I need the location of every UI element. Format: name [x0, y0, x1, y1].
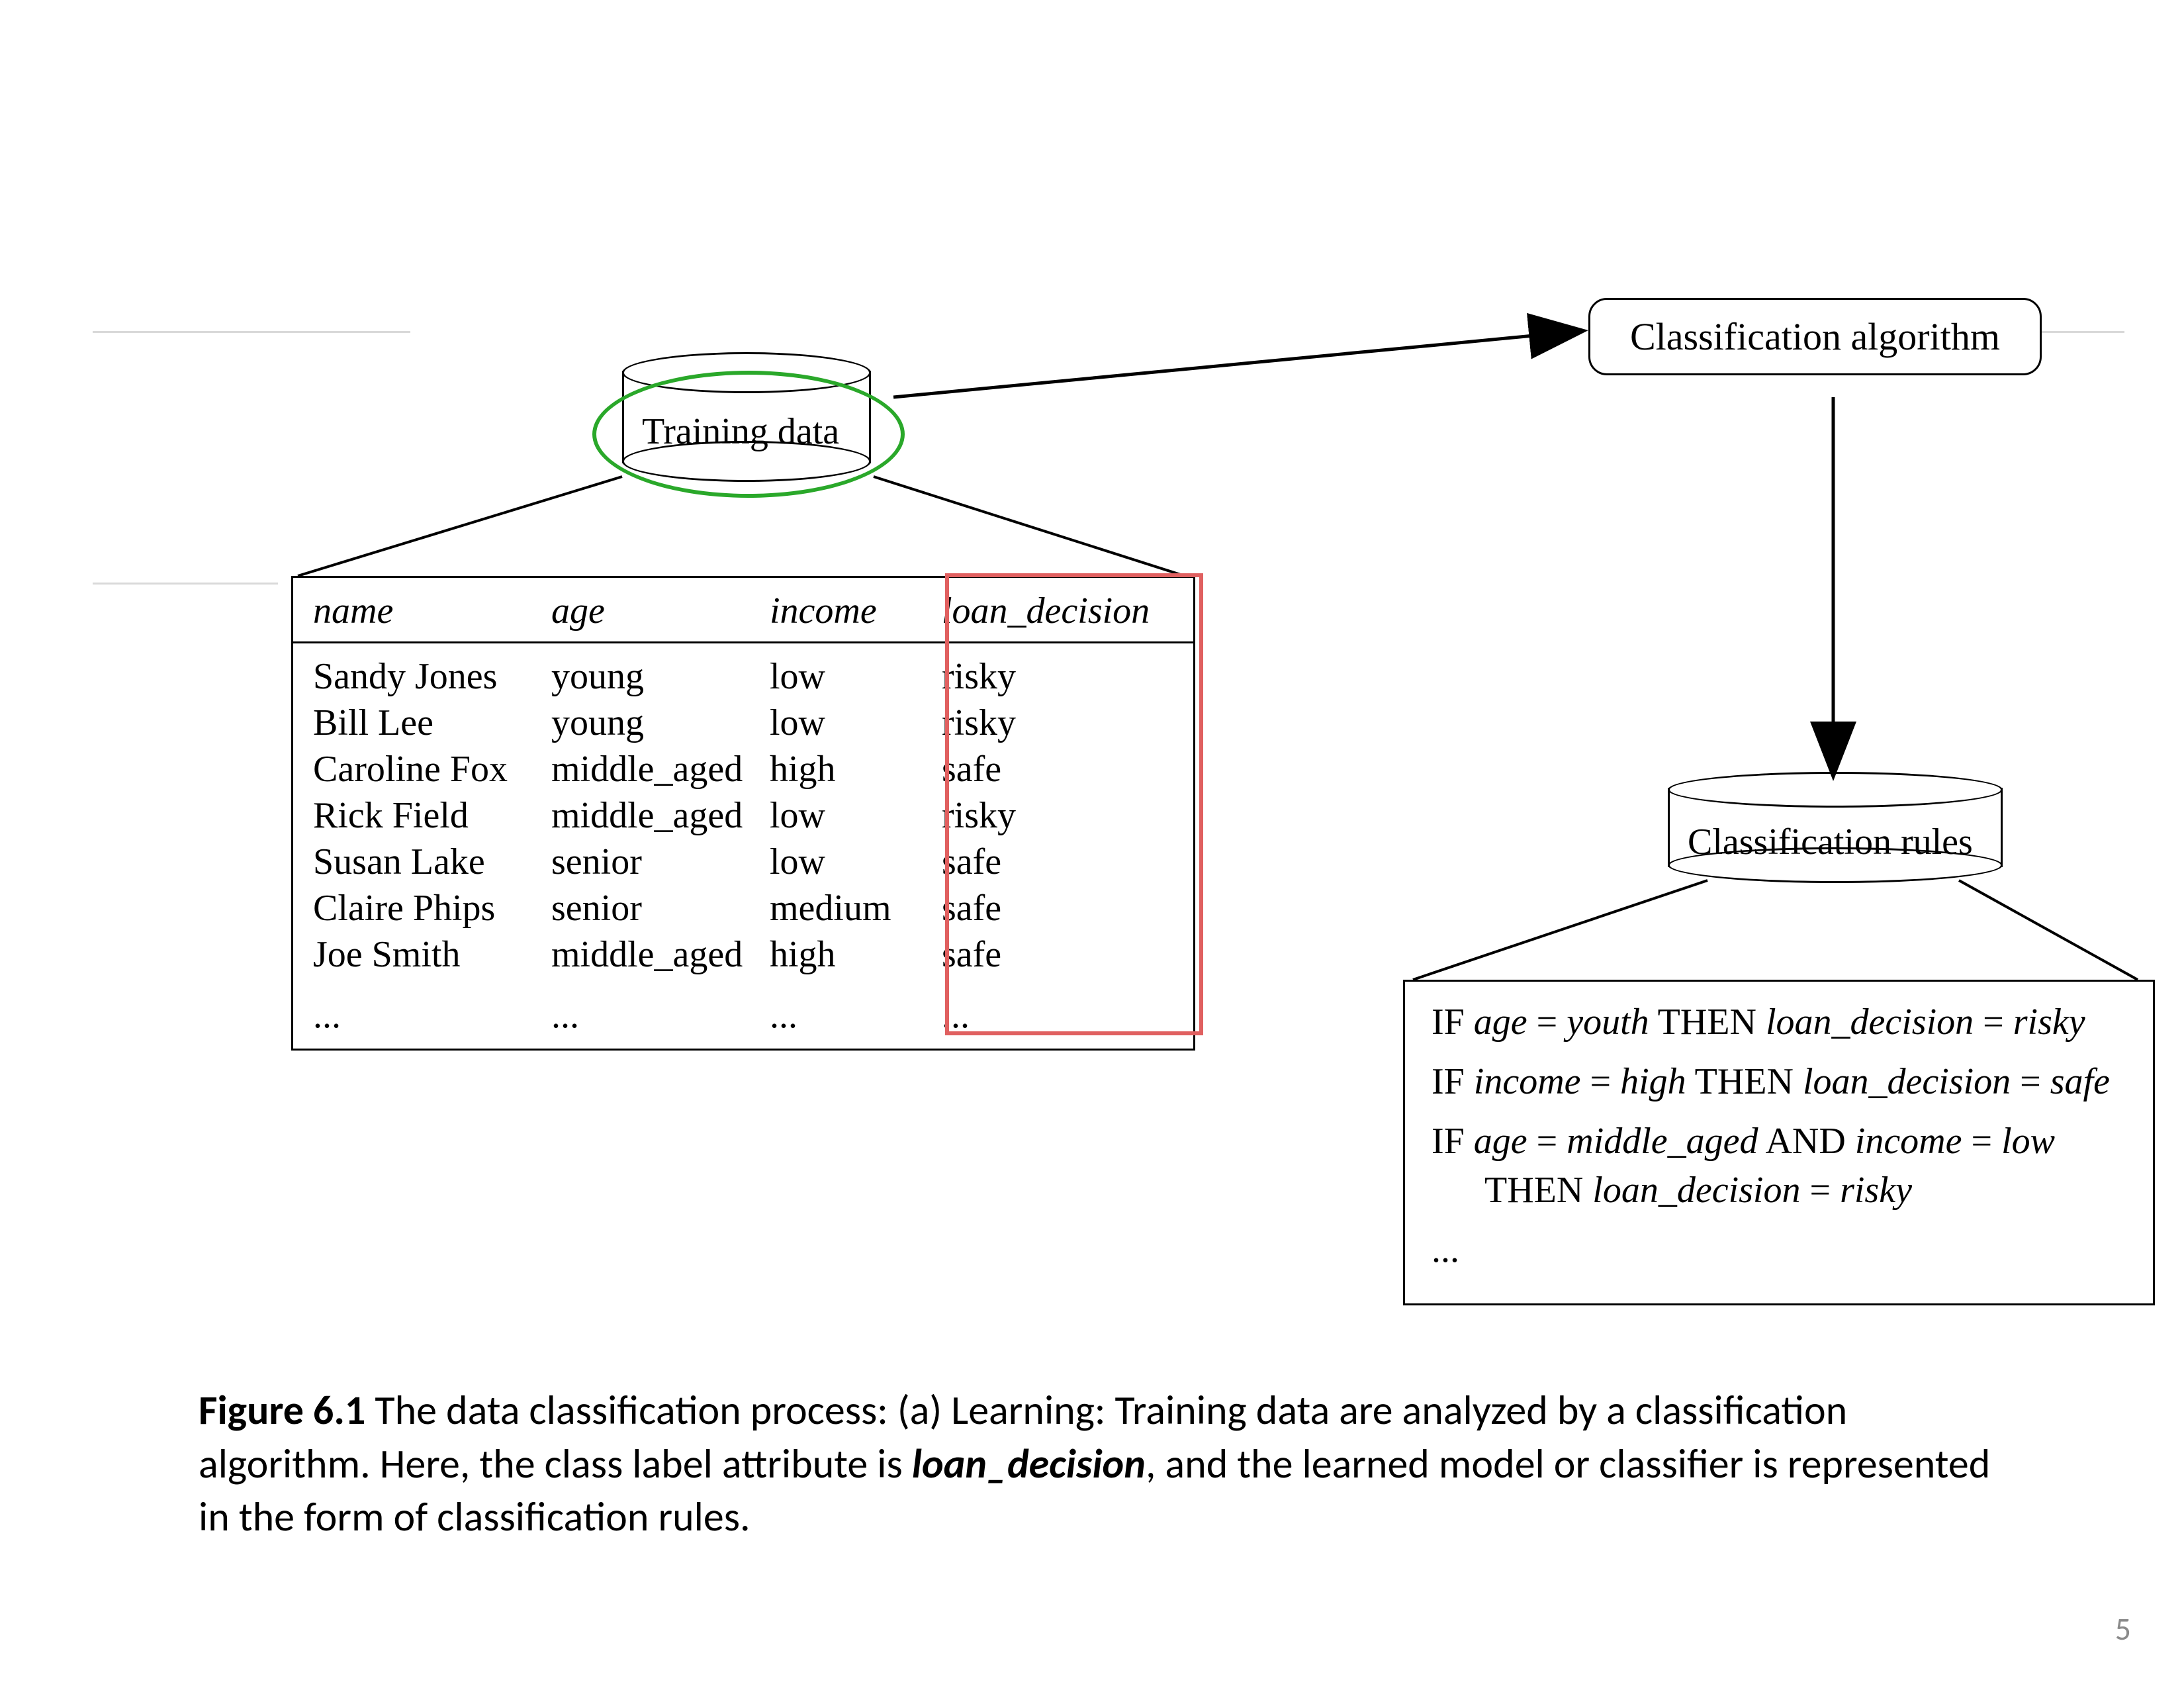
- rule-1: IF age = youth THEN loan_decision = risk…: [1432, 999, 2126, 1045]
- cell-name: Caroline Fox: [313, 748, 551, 790]
- rule-token: =: [1800, 1170, 1840, 1211]
- cell-name: Joe Smith: [313, 933, 551, 976]
- cell-age: young: [551, 655, 770, 698]
- cell-loan: safe: [942, 748, 1160, 790]
- cell-name: Rick Field: [313, 794, 551, 837]
- rule-var: age: [1474, 1002, 1527, 1043]
- page-number: 5: [2115, 1609, 2131, 1648]
- rule-token: =: [2011, 1061, 2050, 1102]
- rule-3-then: THEN loan_decision = risky: [1432, 1167, 2126, 1213]
- cell-ellipsis: ...: [942, 980, 1160, 1037]
- caption-label: Figure 6.1: [199, 1385, 365, 1435]
- cell-name: Bill Lee: [313, 702, 551, 744]
- rule-var: loan_decision: [1803, 1061, 2011, 1102]
- classification-rules-box: IF age = youth THEN loan_decision = risk…: [1403, 980, 2155, 1305]
- cell-income: low: [770, 655, 942, 698]
- rule-token: IF: [1432, 1061, 1474, 1102]
- rule-token: THEN: [1649, 1002, 1766, 1043]
- cell-name: Claire Phips: [313, 887, 551, 929]
- cell-income: high: [770, 933, 942, 976]
- col-header-income: income: [770, 590, 942, 632]
- cell-loan: safe: [942, 887, 1160, 929]
- cell-age: middle_aged: [551, 748, 770, 790]
- cell-age: senior: [551, 887, 770, 929]
- cell-loan: risky: [942, 702, 1160, 744]
- rule-value: high: [1620, 1061, 1686, 1102]
- training-data-label: Training data: [642, 410, 839, 453]
- cell-age: middle_aged: [551, 794, 770, 837]
- classification-algorithm-box: Classification algorithm: [1588, 298, 2042, 375]
- rule-var: income: [1855, 1121, 1962, 1162]
- rule-value: middle_aged: [1567, 1121, 1758, 1162]
- rule-var: income: [1474, 1061, 1581, 1102]
- decorative-rule: [93, 331, 410, 333]
- table-header-row: name age income loan_decision: [293, 578, 1193, 643]
- rule-var: loan_decision: [1766, 1002, 1974, 1043]
- cell-income: medium: [770, 887, 942, 929]
- rule-2: IF income = high THEN loan_decision = sa…: [1432, 1058, 2126, 1105]
- cell-loan: safe: [942, 933, 1160, 976]
- rule-token: IF: [1432, 1121, 1474, 1162]
- rule-token: THEN: [1686, 1061, 1803, 1102]
- rule-token: =: [1974, 1002, 2013, 1043]
- cell-income: high: [770, 748, 942, 790]
- cell-loan: risky: [942, 794, 1160, 837]
- rule-3-cond: IF age = middle_aged AND income = low: [1432, 1118, 2126, 1164]
- cell-ellipsis: ...: [770, 980, 942, 1037]
- rule-var: loan_decision: [1592, 1170, 1800, 1211]
- cell-ellipsis: ...: [551, 980, 770, 1037]
- cell-income: low: [770, 794, 942, 837]
- rule-token: =: [1581, 1061, 1621, 1102]
- cell-ellipsis: ...: [313, 980, 551, 1037]
- rule-token: AND: [1758, 1121, 1855, 1162]
- cell-name: Sandy Jones: [313, 655, 551, 698]
- cell-income: low: [770, 841, 942, 883]
- rule-ellipsis: ...: [1432, 1227, 2126, 1273]
- cell-age: senior: [551, 841, 770, 883]
- rule-token: =: [1527, 1121, 1567, 1162]
- col-header-name: name: [313, 590, 551, 632]
- cell-age: middle_aged: [551, 933, 770, 976]
- rule-token: =: [1962, 1121, 2001, 1162]
- rule-token: =: [1527, 1002, 1567, 1043]
- classification-rules-label: Classification rules: [1688, 821, 1973, 863]
- rule-value: low: [2001, 1121, 2055, 1162]
- cell-loan: safe: [942, 841, 1160, 883]
- caption-emph: loan_decision: [912, 1438, 1146, 1489]
- rule-value: youth: [1567, 1002, 1649, 1043]
- slide-page: Training data Classification algorithm C…: [0, 0, 2184, 1688]
- cell-name: Susan Lake: [313, 841, 551, 883]
- table-body: Sandy Jones young low risky Bill Lee you…: [293, 643, 1193, 1049]
- training-data-table: name age income loan_decision Sandy Jone…: [291, 576, 1195, 1051]
- cell-loan: risky: [942, 655, 1160, 698]
- rule-value: safe: [2050, 1061, 2110, 1102]
- decorative-rule: [93, 583, 278, 585]
- col-header-age: age: [551, 590, 770, 632]
- rule-value: risky: [2013, 1002, 2085, 1043]
- rule-token: IF: [1432, 1002, 1474, 1043]
- rule-var: age: [1474, 1121, 1527, 1162]
- rule-token: THEN: [1484, 1170, 1592, 1211]
- cell-income: low: [770, 702, 942, 744]
- rule-value: risky: [1840, 1170, 1912, 1211]
- cell-age: young: [551, 702, 770, 744]
- figure-caption: Figure 6.1 The data classification proce…: [199, 1383, 1999, 1544]
- col-header-loan-decision: loan_decision: [942, 590, 1160, 632]
